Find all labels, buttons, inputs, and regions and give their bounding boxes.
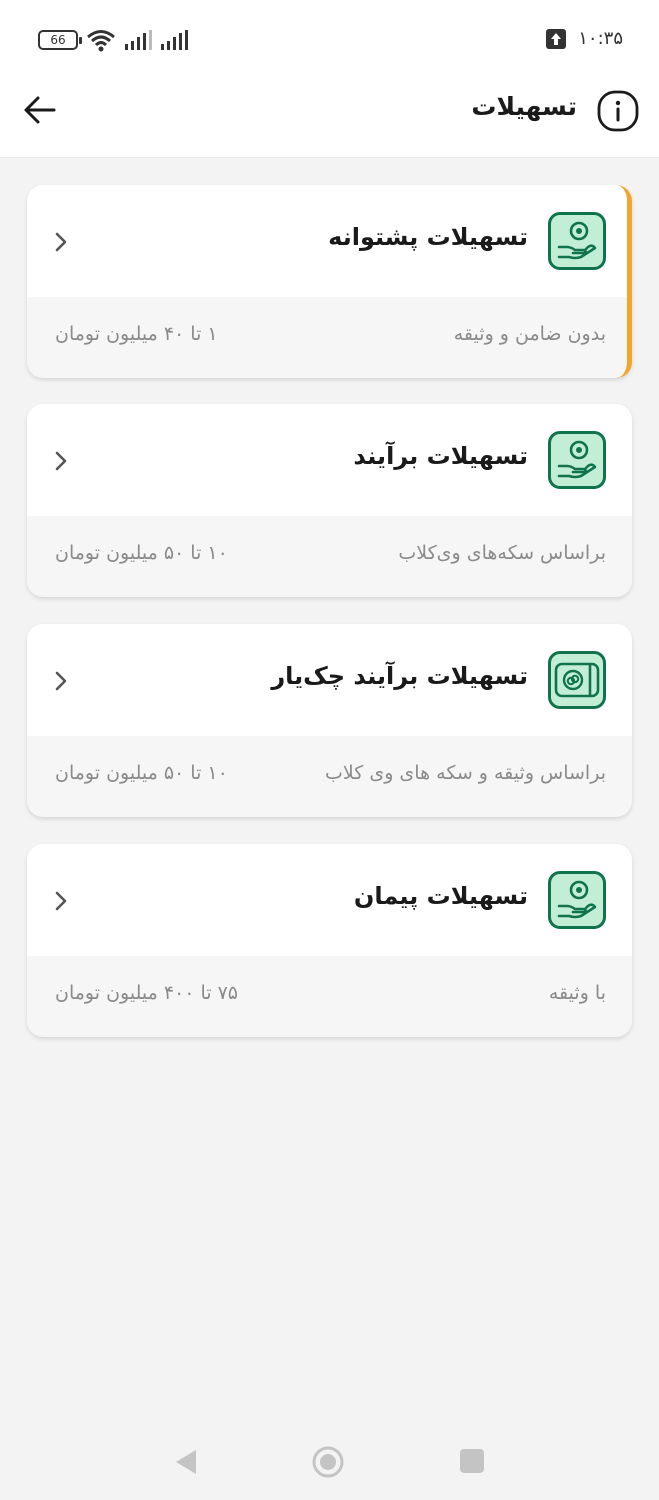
card-description: با وثیقه (548, 982, 606, 1004)
signal-icon-2 (161, 30, 188, 50)
nav-home-icon[interactable] (311, 1445, 345, 1479)
card-header (27, 404, 632, 516)
chevron-left-icon (55, 671, 67, 691)
chevron-left-icon (55, 232, 67, 252)
card-range: ۱۰ تا ۵۰ میلیون تومان (55, 542, 228, 564)
hand-coin-icon (548, 431, 606, 489)
status-icons-left: 66 (38, 28, 188, 52)
system-nav-bar (0, 1420, 659, 1500)
card-header (27, 185, 627, 297)
card-description: براساس وثیقه و سکه های وی کلاب (325, 762, 606, 784)
back-button[interactable] (20, 92, 60, 132)
chevron-left-icon (55, 451, 67, 471)
card-title: تسهیلات برآیند (353, 442, 528, 470)
hand-coin-icon (548, 212, 606, 270)
hand-coin-icon (548, 871, 606, 929)
wifi-icon (87, 30, 115, 52)
info-button[interactable] (597, 90, 639, 132)
card-description: براساس سکه‌های وی‌کلاب (398, 542, 606, 564)
status-icons-right: ۱۰:۳۵ (546, 28, 623, 49)
page-title: تسهیلات (471, 92, 577, 121)
card-range: ۷۵ تا ۴۰۰ میلیون تومان (55, 982, 239, 1004)
card-title: تسهیلات پیمان (353, 882, 528, 910)
card-range: ۱۰ تا ۵۰ میلیون تومان (55, 762, 228, 784)
info-icon (597, 90, 639, 132)
status-bar: 66 ۱۰:۳۵ (0, 0, 659, 78)
loan-card-barayand-chekyar[interactable]: تسهیلات برآیند چک‌یار براساس وثیقه و سکه… (27, 624, 632, 817)
loan-card-poshtvaneh[interactable]: تسهیلات پشتوانه بدون ضامن و وثیقه ۱ تا ۴… (27, 185, 632, 378)
card-title: تسهیلات پشتوانه (328, 223, 528, 251)
card-description: بدون ضامن و وثیقه (453, 323, 606, 345)
status-time: ۱۰:۳۵ (578, 28, 623, 49)
card-header (27, 844, 632, 956)
nav-back-icon[interactable] (174, 1448, 198, 1476)
cheque-coin-icon (548, 651, 606, 709)
app-bar: تسهیلات (0, 78, 659, 158)
chevron-left-icon (55, 891, 67, 911)
nav-recents-icon[interactable] (459, 1448, 485, 1474)
loan-card-peyman[interactable]: تسهیلات پیمان با وثیقه ۷۵ تا ۴۰۰ میلیون … (27, 844, 632, 1037)
arrow-left-icon (24, 96, 56, 124)
battery-icon: 66 (38, 30, 82, 50)
upload-icon (546, 28, 567, 49)
signal-icon-1 (125, 30, 152, 50)
card-range: ۱ تا ۴۰ میلیون تومان (55, 323, 218, 345)
card-title: تسهیلات برآیند چک‌یار (271, 662, 528, 690)
loan-card-barayand[interactable]: تسهیلات برآیند براساس سکه‌های وی‌کلاب ۱۰… (27, 404, 632, 597)
